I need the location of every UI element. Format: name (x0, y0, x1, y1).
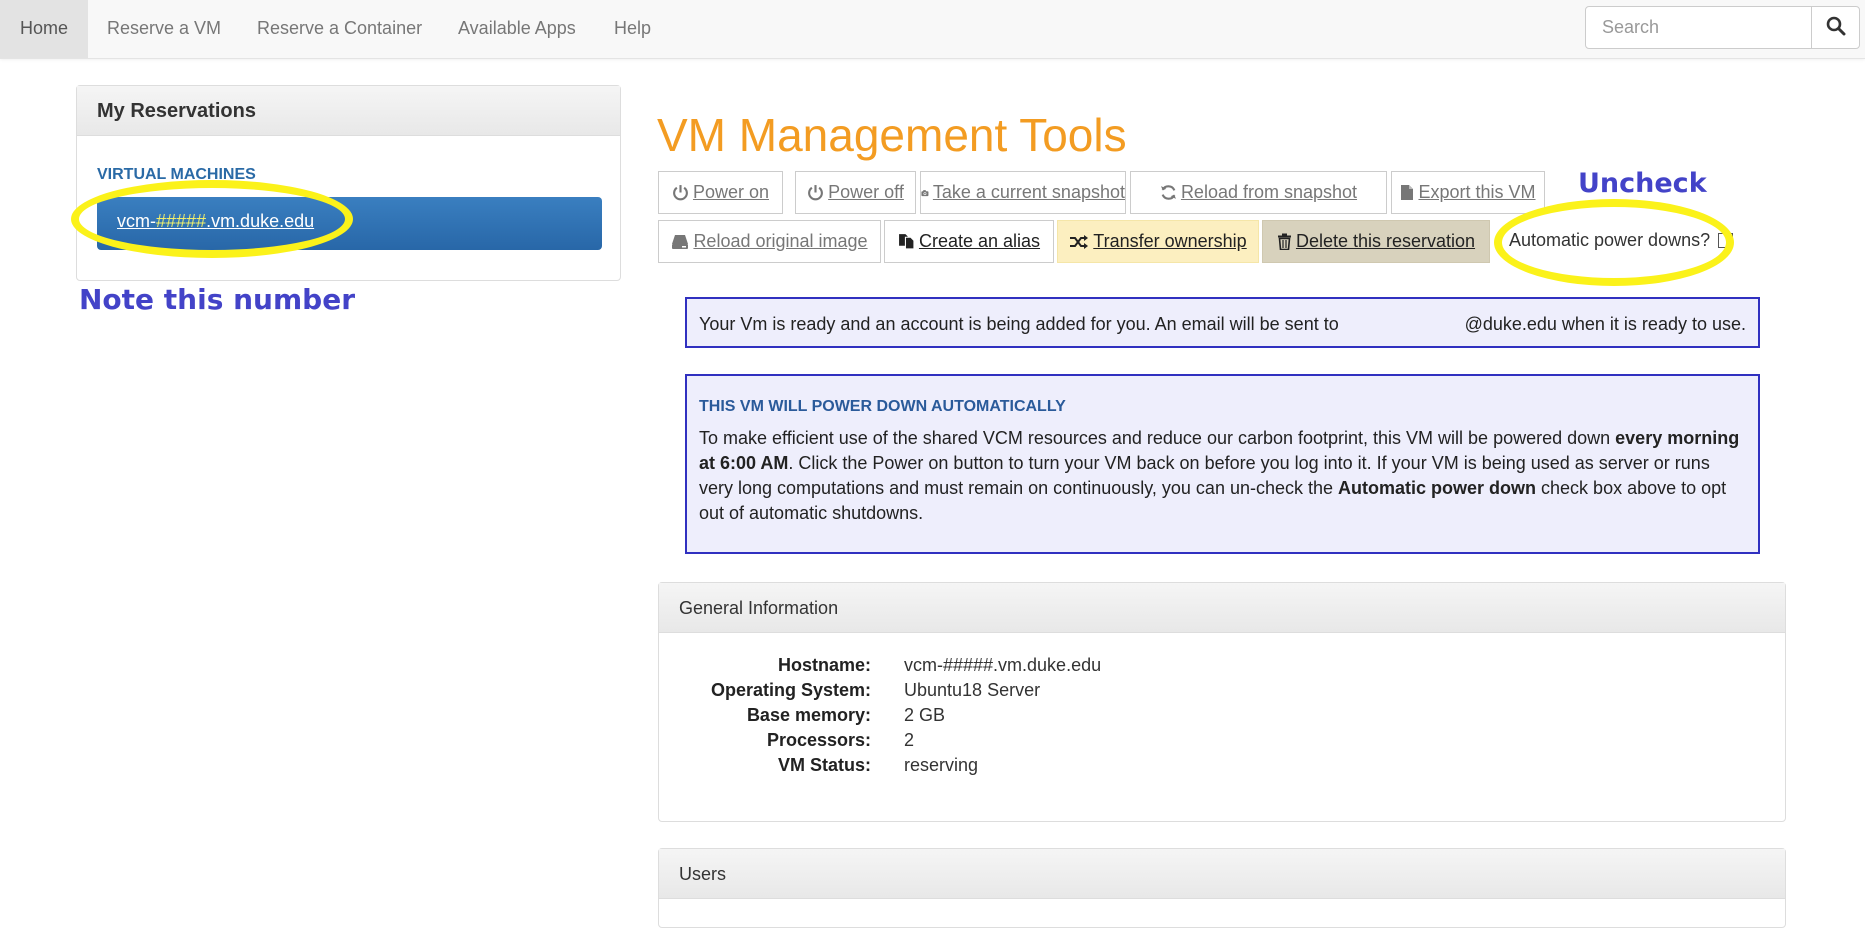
auto-power-checkbox[interactable] (1718, 233, 1734, 248)
info-value: 2 GB (904, 705, 946, 725)
info-row-status: VM Status: reserving (659, 755, 1787, 780)
trash-icon (1277, 233, 1291, 250)
snapshot-label: Take a current snapshot (932, 182, 1125, 202)
shuffle-icon (1070, 234, 1089, 249)
info-value: vcm-#####.vm.duke.edu (904, 655, 1102, 675)
reservations-title: My Reservations (77, 86, 620, 136)
nav-help[interactable]: Help (594, 0, 671, 58)
transfer-ownership-label: Transfer ownership (1093, 231, 1247, 251)
uncheck-annotation: Uncheck (1578, 168, 1707, 199)
export-vm-button[interactable]: Export this VM (1391, 171, 1545, 214)
reload-snapshot-button[interactable]: Reload from snapshot (1130, 171, 1387, 214)
file-icon (1401, 185, 1414, 200)
power-off-label: Power off (828, 182, 904, 202)
nav-home[interactable]: Home (0, 0, 89, 58)
copy-icon (899, 234, 915, 250)
info-label: Processors: (766, 730, 871, 750)
info-row-processors: Processors: 2 (659, 730, 1787, 755)
nav-available-apps[interactable]: Available Apps (438, 0, 596, 58)
users-panel-title: Users (659, 849, 1785, 899)
alert-bold-2: Automatic power down (1338, 478, 1537, 498)
info-label: Base memory: (746, 705, 871, 725)
delete-reservation-button[interactable]: Delete this reservation (1262, 220, 1490, 263)
auto-power-toggle[interactable]: Automatic power downs? (1509, 230, 1734, 251)
info-label: VM Status: (777, 755, 871, 775)
ready-alert-email: @duke.edu when it is ready to use. (1464, 314, 1746, 334)
ready-alert: Your Vm is ready and an account is being… (685, 297, 1760, 348)
alert-text-1: To make efficient use of the shared VCM … (699, 428, 1616, 448)
top-navbar: Home Reserve a VM Reserve a Container Av… (0, 0, 1865, 59)
reload-snapshot-label: Reload from snapshot (1180, 182, 1358, 202)
reload-image-button[interactable]: Reload original image (658, 220, 881, 263)
reload-image-label: Reload original image (693, 231, 868, 251)
info-value: reserving (904, 755, 979, 775)
info-value: 2 (904, 730, 915, 750)
power-icon (673, 185, 688, 201)
vm-section-label: VIRTUAL MACHINES (97, 166, 256, 183)
ready-alert-text: Your Vm is ready and an account is being… (699, 314, 1339, 334)
vm-list-item[interactable]: vcm-#####.vm.duke.edu (97, 197, 602, 250)
info-label: Hostname: (777, 655, 871, 675)
reservations-panel: My Reservations VIRTUAL MACHINES vcm-###… (76, 85, 621, 281)
export-label: Export this VM (1418, 182, 1536, 202)
page-title: VM Management Tools (657, 109, 1127, 161)
power-down-alert: THIS VM WILL POWER DOWN AUTOMATICALLY To… (685, 374, 1760, 554)
vm-suffix: .vm.duke.edu (206, 211, 315, 231)
transfer-ownership-button[interactable]: Transfer ownership (1057, 220, 1259, 263)
delete-reservation-label: Delete this reservation (1295, 231, 1476, 251)
info-value: Ubuntu18 Server (904, 680, 1041, 700)
note-number-annotation: Note this number (79, 283, 356, 316)
nav-reserve-container[interactable]: Reserve a Container (237, 0, 442, 58)
nav-reserve-vm[interactable]: Reserve a VM (87, 0, 241, 58)
power-on-button[interactable]: Power on (658, 171, 783, 214)
power-off-button[interactable]: Power off (795, 171, 916, 214)
info-label: Operating System: (710, 680, 871, 700)
power-on-label: Power on (692, 182, 770, 202)
search-input[interactable] (1585, 6, 1812, 49)
hard-drive-icon (672, 234, 689, 249)
camera-icon (921, 189, 929, 196)
auto-power-label: Automatic power downs? (1509, 230, 1711, 250)
info-row-hostname: Hostname: vcm-#####.vm.duke.edu (659, 655, 1787, 680)
create-alias-button[interactable]: Create an alias (884, 220, 1054, 263)
power-down-alert-body: To make efficient use of the shared VCM … (699, 426, 1746, 526)
info-row-memory: Base memory: 2 GB (659, 705, 1787, 730)
vm-number-highlight: ##### (156, 211, 207, 231)
users-panel: Users (658, 848, 1786, 928)
power-down-alert-title: THIS VM WILL POWER DOWN AUTOMATICALLY (699, 398, 1066, 415)
vm-prefix: vcm- (117, 211, 156, 231)
search-icon (1826, 16, 1845, 36)
refresh-icon (1161, 185, 1176, 200)
power-icon (808, 185, 824, 201)
general-info-panel: General Information Hostname: vcm-#####.… (658, 582, 1786, 822)
search-button[interactable] (1811, 6, 1860, 49)
vm-hostname-link[interactable]: vcm-#####.vm.duke.edu (117, 211, 314, 231)
create-alias-label: Create an alias (918, 231, 1041, 251)
snapshot-button[interactable]: Take a current snapshot (920, 171, 1126, 214)
general-info-title: General Information (659, 583, 1785, 633)
info-row-os: Operating System: Ubuntu18 Server (659, 680, 1787, 705)
